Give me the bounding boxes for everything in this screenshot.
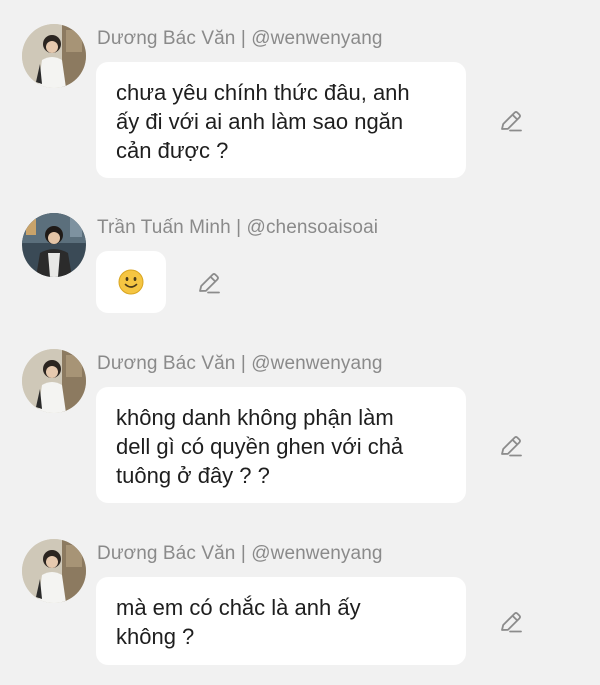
message-bubble [96,251,166,313]
slightly-smiling-face-icon [118,269,144,295]
avatar[interactable] [22,24,86,88]
message-bubble: mà em có chắc là anh ấy không ? [96,577,466,665]
avatar-photo [22,539,86,603]
avatar[interactable] [22,213,86,277]
pencil-icon[interactable] [498,433,524,459]
avatar-photo [22,24,86,88]
message-text: chưa yêu chính thức đâu, anh ấy đi với a… [116,80,410,163]
author-header: Dương Bác Văn | @wenwenyang [97,543,383,564]
pencil-icon[interactable] [498,108,524,134]
author-header: Dương Bác Văn | @wenwenyang [97,353,383,374]
pencil-icon[interactable] [196,270,222,296]
pencil-icon[interactable] [498,609,524,635]
avatar-photo [22,349,86,413]
message-text: không danh không phận làm dell gì có quy… [116,405,404,488]
author-header: Dương Bác Văn | @wenwenyang [97,28,383,49]
avatar[interactable] [22,539,86,603]
message-text: mà em có chắc là anh ấy không ? [116,595,361,649]
author-header: Trần Tuấn Minh | @chensoaisoai [97,217,379,238]
message-bubble: chưa yêu chính thức đâu, anh ấy đi với a… [96,62,466,178]
avatar-photo [22,213,86,277]
avatar[interactable] [22,349,86,413]
message-bubble: không danh không phận làm dell gì có quy… [96,387,466,503]
